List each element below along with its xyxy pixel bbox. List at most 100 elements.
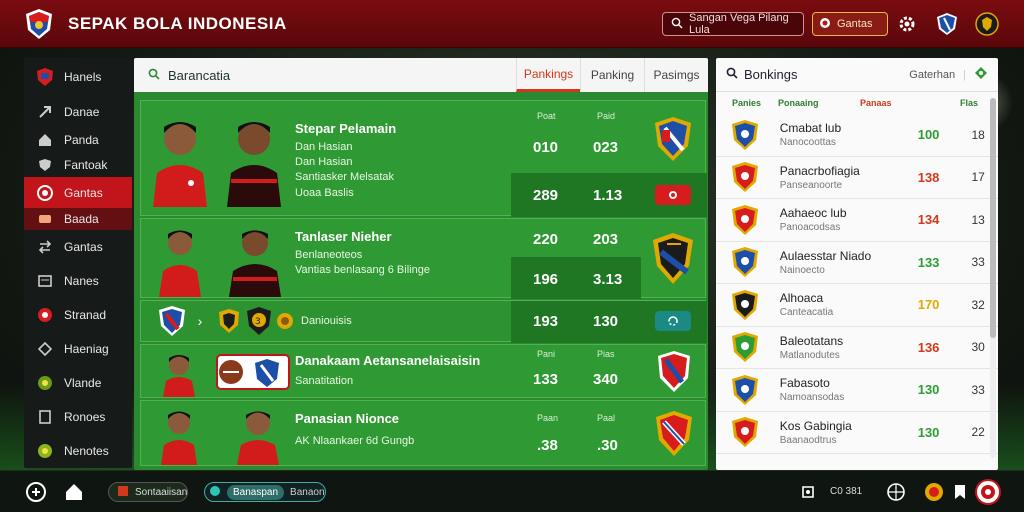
team-name: Aahaeoc lub	[779, 206, 847, 221]
globe-icon[interactable]	[884, 480, 908, 504]
stat-label: Poat	[537, 111, 556, 121]
column-header[interactable]: Ponaaing	[778, 98, 860, 108]
sidebar-item-7[interactable]: Nanes	[24, 264, 132, 298]
player-avatar	[233, 403, 283, 465]
search-box[interactable]: Sangan Vega Pilang Lula	[662, 12, 804, 36]
sidebar-item-1[interactable]: Danae	[24, 96, 132, 127]
panel-title-label: Barancatia	[168, 67, 231, 83]
player-name: Panasian Nionce	[295, 411, 400, 426]
player-row[interactable]: Panasian Nionce AK Nlaankaer 6d Gungb Pa…	[140, 400, 706, 466]
club-crest-icon[interactable]	[934, 11, 960, 37]
panel-title: Barancatia	[134, 68, 516, 83]
player-row[interactable]: Danakaam Aetansanelaisaisin Sanatitation…	[140, 344, 706, 398]
flag-icon	[117, 485, 129, 500]
badge-icon	[36, 374, 54, 392]
ranking-row[interactable]: Aulaesstar Niado Nainoecto 133 33	[716, 242, 998, 284]
profile-badge-icon[interactable]	[974, 11, 1000, 37]
stat-value: 3.13	[593, 271, 623, 288]
search-label: Sangan Vega Pilang Lula	[689, 12, 789, 36]
status-readout: C0 381	[830, 486, 863, 497]
settings-icon[interactable]	[24, 480, 48, 504]
player-detail: Santiasker Melsatak	[295, 171, 395, 183]
club-badge-icon[interactable]	[922, 480, 946, 504]
team-points: 130	[917, 382, 940, 398]
club-crest-icon	[730, 416, 760, 448]
ranking-team: Baleotatans Matlanodutes	[780, 334, 899, 361]
filter-label: Gaterhan	[909, 68, 956, 81]
ranking-row[interactable]: Cmabat lub Nanocoottas 100 18	[716, 114, 998, 157]
sidebar-item-11[interactable]: Ronoes	[24, 400, 132, 434]
stat-value: 193	[533, 313, 559, 330]
crest-icon	[36, 68, 54, 86]
swap-icon	[36, 238, 54, 256]
rankings-list: Cmabat lub Nanocoottas 100 18 Panacrbofiagia…	[716, 114, 998, 454]
sidebar-item-10[interactable]: Vlande	[24, 366, 132, 400]
sidebar-item-2[interactable]: Panda	[24, 127, 132, 152]
circle-icon	[36, 184, 54, 202]
sidebar-item-0[interactable]: Hanels	[24, 58, 132, 96]
column-header[interactable]: Flas	[960, 98, 978, 108]
rankings-title: Bonkings	[726, 67, 797, 82]
tab-pankings[interactable]: Pankings	[516, 58, 580, 92]
sidebar-item-12[interactable]: Nenotes	[24, 434, 132, 468]
refresh-icon[interactable]	[974, 66, 988, 83]
rankings-scrollbar[interactable]	[990, 98, 996, 458]
stat-value: 220	[533, 231, 559, 248]
app-logo-icon[interactable]	[22, 7, 56, 41]
column-header[interactable]: Panaas	[860, 98, 960, 108]
stat-value: .38	[537, 437, 558, 454]
recycle-button[interactable]	[655, 311, 691, 331]
home-icon[interactable]	[62, 480, 86, 504]
search-icon[interactable]	[726, 67, 738, 82]
team-subtitle: Matlanodutes	[779, 349, 840, 361]
scrollbar-thumb[interactable]	[990, 98, 996, 338]
chevron-right-icon[interactable]: ›	[193, 312, 207, 330]
sidebar-item-label: Hanels	[64, 70, 102, 84]
match-label: Daniouisis	[301, 315, 352, 327]
ranking-row[interactable]: Baleotatans Matlanodutes 136 30	[716, 327, 998, 369]
search-icon[interactable]	[148, 68, 160, 83]
player-avatar	[157, 403, 201, 465]
rankings-panel: Bonkings Gaterhan | Panies Ponaaing Pana…	[716, 58, 998, 470]
ranking-row[interactable]: Alhoaca Canteacatia 170 32	[716, 284, 998, 327]
gear-icon[interactable]	[894, 11, 920, 37]
player-row[interactable]: Tanlaser Nieher Benlaneoteos Vantias ben…	[140, 218, 706, 299]
sidebar-item-8[interactable]: Stranad	[24, 298, 132, 332]
stat-value: 023	[593, 139, 619, 156]
app-title: SEPAK BOLA INDONESIA	[68, 13, 287, 33]
bookmark-icon[interactable]	[948, 480, 972, 504]
sidebar-item-6[interactable]: Gantas	[24, 230, 132, 264]
medal-icon	[36, 442, 54, 460]
sidebar-item-5[interactable]: Baada	[24, 208, 132, 230]
player-row[interactable]: Stepar Pelamain Dan Hasian Dan Hasian Sa…	[140, 100, 707, 217]
topbar-action-button[interactable]: Gantas	[812, 12, 888, 36]
ranking-team: Panacrbofiagia Panseanoorte	[780, 164, 899, 191]
ranking-team: Aahaeoc lub Panoacodsas	[780, 206, 899, 233]
tab-panking[interactable]: Panking	[580, 58, 644, 92]
player-avatar	[225, 221, 283, 297]
sidebar-item-4[interactable]: Gantas	[24, 177, 132, 208]
sidebar-item-3[interactable]: Fantoak	[24, 152, 132, 177]
ranking-team: Kos Gabingia Baanaodtrus	[780, 419, 899, 446]
profile-avatar-icon[interactable]	[974, 478, 1002, 506]
ranking-row[interactable]: Fabasoto Namoansodas 130 33	[716, 369, 998, 412]
team-subtitle: Namoansodas	[779, 392, 845, 404]
tag-icon	[36, 210, 54, 228]
ball-icon	[36, 306, 54, 324]
team-subtitle: Canteacatia	[779, 307, 834, 319]
sidebar-item-9[interactable]: Haeniag	[24, 332, 132, 366]
ranking-row[interactable]: Kos Gabingia Baanaodtrus 130 22	[716, 412, 998, 454]
action-button[interactable]	[655, 185, 691, 205]
puzzle-icon[interactable]	[796, 480, 820, 504]
column-header[interactable]: Panies	[732, 98, 778, 108]
rankings-filter[interactable]: Gaterhan |	[909, 66, 988, 83]
record-icon	[819, 17, 831, 32]
bottom-tab-1[interactable]: Sontaaiisan	[108, 482, 188, 502]
ranking-row[interactable]: Aahaeoc lub Panoacodsas 134 13	[716, 199, 998, 242]
sidebar-item-label: Haeniag	[64, 342, 109, 356]
team-name: Cmabat lub	[779, 121, 842, 136]
bottom-tab-2[interactable]: Banaspan Banaon	[204, 482, 326, 502]
tab-pasimgs[interactable]: Pasimgs	[644, 58, 708, 92]
player-row[interactable]: › 3 Daniouisis 193 130	[140, 300, 707, 343]
ranking-row[interactable]: Panacrbofiagia Panseanoorte 138 17	[716, 157, 998, 199]
